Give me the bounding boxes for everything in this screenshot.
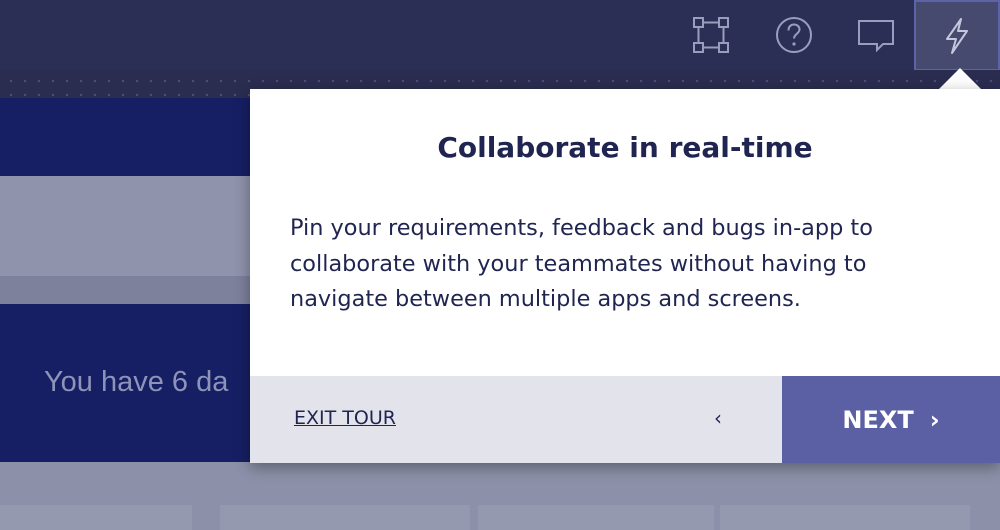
tour-body: Pin your requirements, feedback and bugs… [290, 215, 873, 312]
background-header-panel [0, 98, 260, 176]
background-card [720, 505, 970, 530]
tour-title: Collaborate in real-time [437, 131, 813, 164]
lightning-button[interactable] [914, 0, 1000, 71]
background-panel-strip [0, 276, 260, 304]
chevron-right-icon: › [929, 405, 940, 434]
tour-popover: Collaborate in real-time Pin your requir… [250, 89, 1000, 463]
component-tree-icon [693, 17, 729, 53]
comment-icon [858, 20, 894, 53]
comment-button[interactable] [836, 0, 916, 70]
trial-banner-text: You have 6 da [44, 366, 229, 398]
component-tree-button[interactable] [671, 0, 751, 70]
background-card [0, 505, 192, 530]
help-button[interactable] [754, 0, 834, 70]
popover-arrow [938, 68, 982, 90]
tour-footer: EXIT TOUR ‹ [250, 376, 782, 463]
help-icon [776, 17, 812, 53]
background-panel [0, 176, 260, 276]
background-card [478, 505, 714, 530]
top-bar [0, 0, 1000, 70]
lightning-icon [946, 17, 968, 54]
previous-step-button[interactable]: ‹ [706, 406, 730, 430]
exit-tour-link[interactable]: EXIT TOUR [294, 407, 396, 429]
background-card [220, 505, 470, 530]
next-step-button[interactable]: NEXT › [782, 376, 1000, 463]
next-button-label: NEXT [842, 405, 914, 434]
